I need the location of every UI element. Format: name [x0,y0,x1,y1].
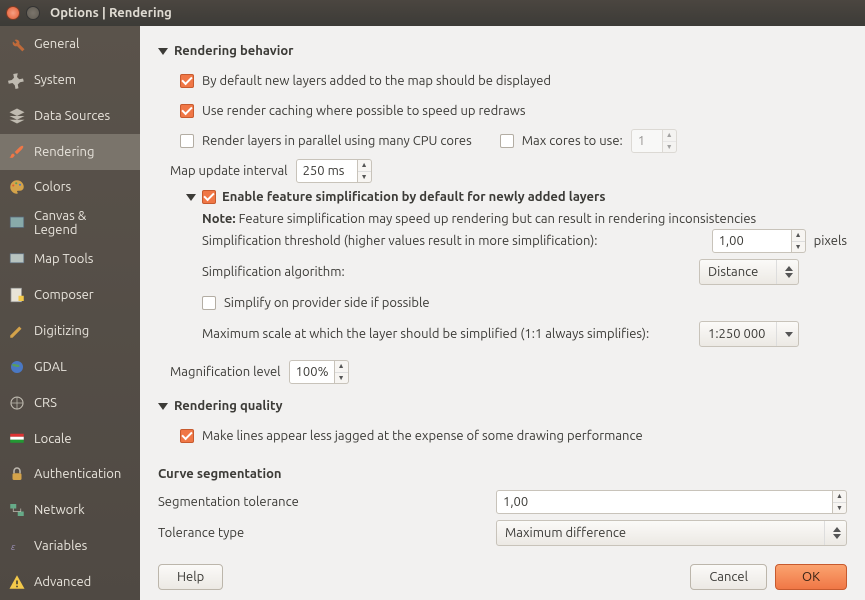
network-icon [8,501,26,519]
simplification-note: Note: Feature simplification may speed u… [202,212,847,226]
checkbox-parallel[interactable] [180,134,194,148]
section-curve-segmentation: Curve segmentation [158,467,847,481]
brush-icon [8,143,26,161]
checkbox-antialias[interactable] [180,429,194,443]
digitizing-icon [8,322,26,340]
sidebar-item-general[interactable]: General [0,26,140,62]
checkbox-max-cores[interactable] [500,134,514,148]
tolerance-type-select[interactable]: Maximum difference [496,520,847,546]
sidebar-item-composer[interactable]: Composer [0,277,140,313]
sidebar-item-label: GDAL [34,360,67,374]
sidebar-item-crs[interactable]: CRS [0,385,140,421]
sidebar-item-canvas-legend[interactable]: Canvas & Legend [0,205,140,241]
sidebar-item-digitizing[interactable]: Digitizing [0,313,140,349]
sidebar: General System Data Sources Rendering Co… [0,26,140,600]
palette-icon [8,178,26,196]
window-title: Options | Rendering [50,6,172,20]
checkbox-default-display[interactable] [180,74,194,88]
ok-button[interactable]: OK [775,564,847,590]
tolerance-spinner[interactable]: 1,00▲▼ [496,490,847,514]
label: Simplify on provider side if possible [224,296,430,310]
sidebar-item-label: Network [34,503,85,517]
help-button[interactable]: Help [158,564,223,590]
label: Render layers in parallel using many CPU… [202,134,472,148]
checkbox-provider-side[interactable] [202,296,216,310]
map-update-spinner[interactable]: 250 ms▲▼ [296,159,372,183]
label: Map update interval [170,164,288,178]
label: Max cores to use: [522,134,623,148]
checkbox-render-cache[interactable] [180,104,194,118]
threshold-spinner[interactable]: 1,00▲▼ [712,229,806,253]
magnification-spinner[interactable]: 100%▲▼ [289,360,349,384]
label: Maximum scale at which the layer should … [202,327,691,341]
chevron-down-icon [186,194,196,201]
sidebar-item-map-tools[interactable]: Map Tools [0,241,140,277]
chevron-down-icon [158,403,168,410]
sidebar-item-label: Digitizing [34,324,89,338]
label: Use render caching where possible to spe… [202,104,526,118]
sidebar-item-advanced[interactable]: Advanced [0,564,140,600]
sidebar-item-rendering[interactable]: Rendering [0,134,140,170]
layers-icon [8,107,26,125]
sidebar-item-variables[interactable]: ε Variables [0,528,140,564]
sidebar-item-system[interactable]: System [0,62,140,98]
canvas-icon [8,214,26,232]
tools-icon [8,71,26,89]
sidebar-item-gdal[interactable]: GDAL [0,349,140,385]
sidebar-item-colors[interactable]: Colors [0,170,140,206]
max-scale-select[interactable]: 1:250 000 [699,321,799,347]
minimize-icon[interactable] [26,6,40,20]
variable-icon: ε [8,537,26,555]
label: Simplification algorithm: [202,265,691,279]
sidebar-item-label: CRS [34,396,57,410]
sidebar-item-label: Composer [34,288,94,302]
map-tools-icon [8,250,26,268]
checkbox-enable-simplification[interactable] [202,190,216,204]
sidebar-item-label: Map Tools [34,252,93,266]
algorithm-select[interactable]: Distance [699,259,799,285]
sidebar-item-label: Locale [34,432,72,446]
sidebar-item-label: System [34,73,76,87]
label: By default new layers added to the map s… [202,74,551,88]
content-panel: Rendering behavior By default new layers… [140,26,865,600]
label: Segmentation tolerance [158,495,488,509]
sidebar-item-data-sources[interactable]: Data Sources [0,98,140,134]
sidebar-item-label: Canvas & Legend [34,209,132,237]
sidebar-item-label: Authentication [34,467,121,481]
section-rendering-quality[interactable]: Rendering quality [158,399,847,413]
warning-icon [8,573,26,591]
label: Magnification level [170,365,281,379]
sidebar-item-authentication[interactable]: Authentication [0,457,140,493]
label: Simplification threshold (higher values … [202,234,704,248]
wrench-icon [8,35,26,53]
lock-icon [8,465,26,483]
label: Make lines appear less jagged at the exp… [202,429,643,443]
sidebar-item-label: Colors [34,180,71,194]
button-bar: Help Cancel OK [158,554,847,590]
section-rendering-behavior[interactable]: Rendering behavior [158,44,847,58]
globe-icon [8,358,26,376]
sidebar-item-label: Data Sources [34,109,110,123]
sidebar-item-label: Rendering [34,145,94,159]
close-icon[interactable] [6,6,20,20]
chevron-down-icon [158,48,168,55]
titlebar: Options | Rendering [0,0,865,26]
section-simplification[interactable]: Enable feature simplification by default… [186,190,847,204]
crs-icon [8,394,26,412]
cancel-button[interactable]: Cancel [690,564,767,590]
sidebar-item-label: General [34,37,79,51]
sidebar-item-label: Variables [34,539,87,553]
sidebar-item-network[interactable]: Network [0,492,140,528]
svg-text:ε: ε [11,541,16,552]
sidebar-item-label: Advanced [34,575,91,589]
flag-icon [8,430,26,448]
max-cores-spinner: 1▲▼ [631,129,677,153]
label-unit: pixels [814,234,847,248]
sidebar-item-locale[interactable]: Locale [0,421,140,457]
composer-icon [8,286,26,304]
label: Tolerance type [158,526,488,540]
